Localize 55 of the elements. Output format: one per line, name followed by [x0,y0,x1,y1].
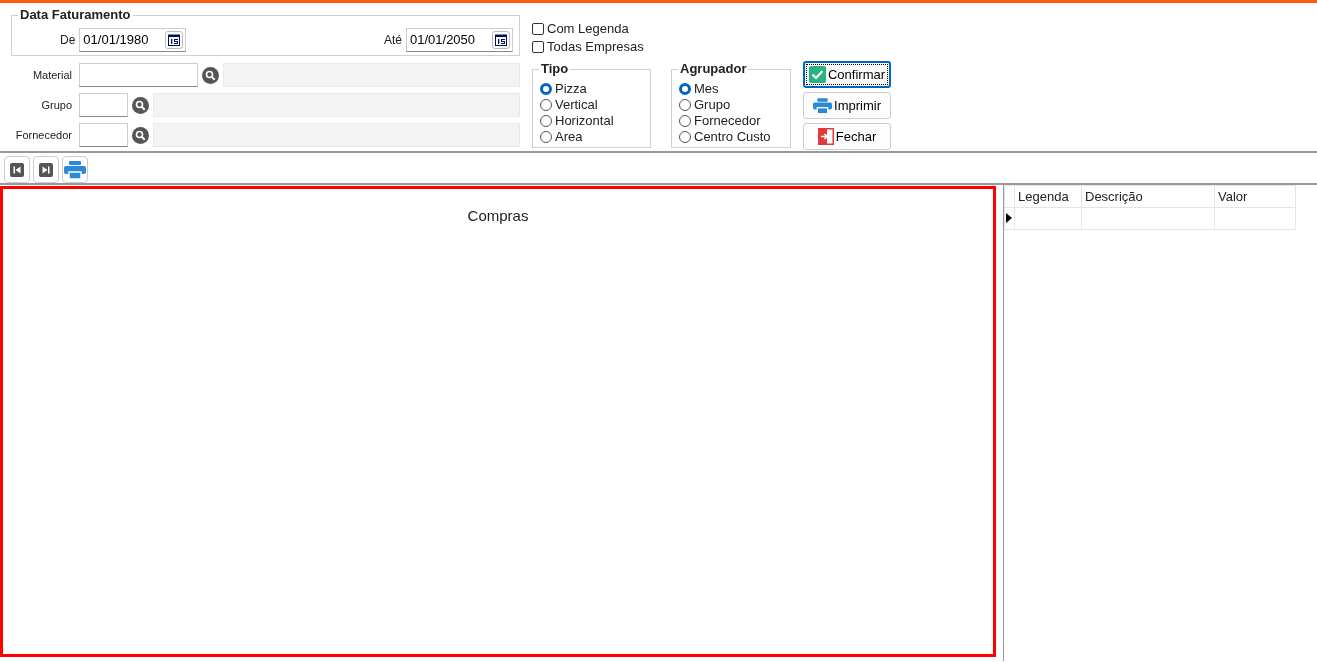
calendar-icon[interactable] [492,30,510,49]
input-field[interactable] [79,123,128,147]
checkbox[interactable] [532,41,544,53]
date-field[interactable]: 01/01/1980 [80,29,166,50]
field-label: De [60,31,76,49]
checkbox-label: Com Legenda [547,21,629,37]
radio-button[interactable] [679,83,691,95]
radio-label: Fornecedor [694,113,761,129]
radio-label: Grupo [694,97,731,113]
field-label: Até [384,31,402,49]
group-title: Tipo [539,61,571,77]
radio-button[interactable] [540,99,552,111]
group-title: Agrupador [678,61,749,77]
exit-icon [817,128,834,145]
print-button[interactable] [62,156,88,183]
field-label: Material [31,67,73,83]
radio-label: Vertical [555,97,598,113]
radio-button[interactable] [679,115,691,127]
checkbox-label: Todas Empresas [547,39,644,55]
chart-title: Compras [467,206,529,226]
check-icon [808,66,826,83]
search-icon[interactable] [132,126,149,144]
printer-icon [813,97,833,114]
field-label: Grupo [40,97,73,113]
radio-label: Mes [694,81,719,97]
radio-button[interactable] [679,99,691,111]
search-icon[interactable] [132,96,149,114]
input-field[interactable] [79,63,198,87]
checkbox[interactable] [532,23,544,35]
column-header: Descrição [1081,185,1215,208]
print-button[interactable]: Imprimir [803,92,891,119]
calendar-icon[interactable] [165,30,184,49]
radio-button[interactable] [540,131,552,143]
radio-button[interactable] [540,115,552,127]
radio-label: Horizontal [555,113,614,129]
input-field[interactable] [79,93,128,117]
skip-back-icon [10,162,24,177]
first-page-button[interactable] [4,156,30,183]
last-page-button[interactable] [33,156,59,183]
column-header: Valor [1214,185,1296,208]
column-header: Legenda [1014,185,1082,208]
radio-button[interactable] [679,131,691,143]
date-picker[interactable]: 01/01/1980 [79,27,187,52]
radio-label: Pizza [555,81,587,97]
radio-label: Centro Custo [694,129,771,145]
field-label: Fornecedor [14,127,73,143]
printer-icon [64,160,86,179]
skip-forward-icon [39,162,53,177]
date-field[interactable]: 01/01/2050 [407,29,492,50]
date-picker[interactable]: 01/01/2050 [406,27,513,52]
radio-label: Area [555,129,583,145]
radio-button[interactable] [540,83,552,95]
search-icon[interactable] [202,66,219,84]
close-button[interactable]: Fechar [803,123,891,150]
confirm-button[interactable]: Confirmar [803,61,891,88]
